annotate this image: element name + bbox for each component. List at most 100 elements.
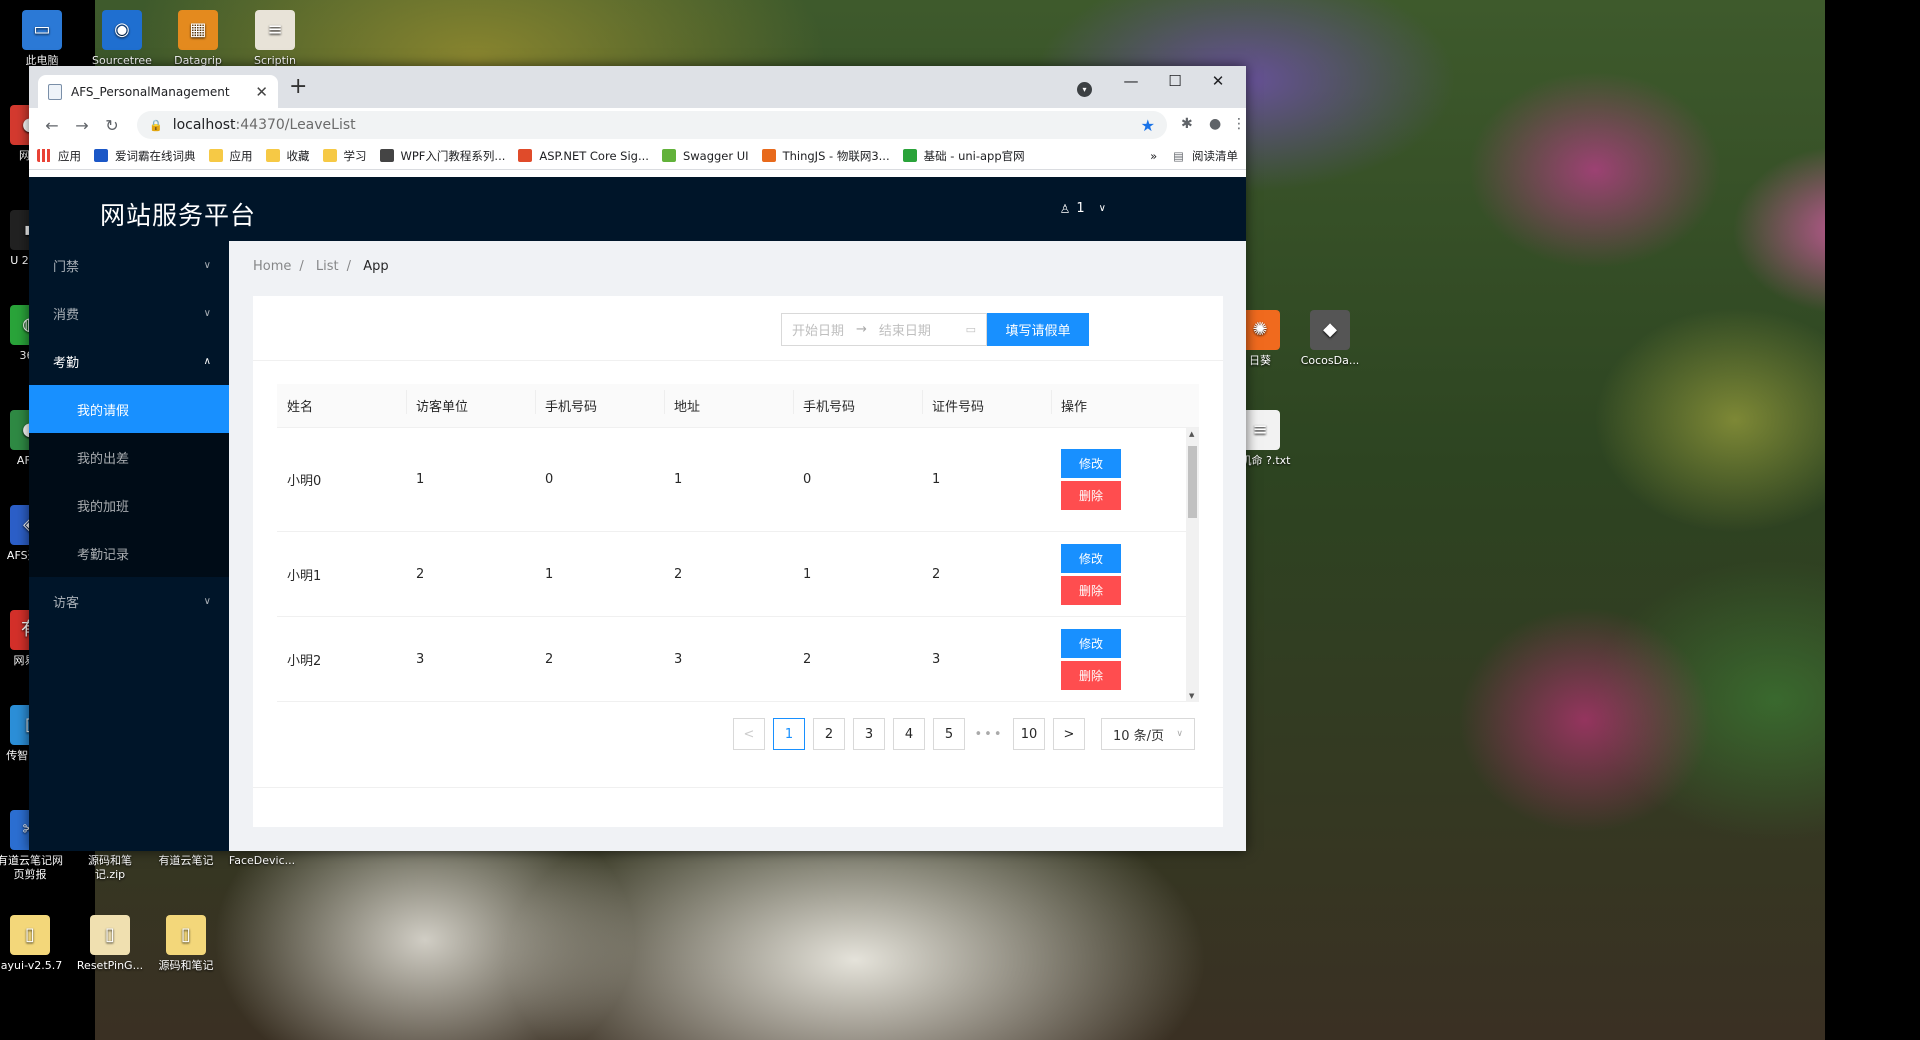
table-cell: 1 bbox=[932, 472, 941, 487]
main-content: Home / List / App 开始日期 → 结束日期 ▭ 填写请假单 姓名 访客… bbox=[229, 241, 1246, 851]
edit-button[interactable]: 修改 bbox=[1061, 543, 1121, 573]
breadcrumb-list[interactable]: List bbox=[316, 259, 339, 274]
scroll-up-icon[interactable]: ▲ bbox=[1189, 430, 1194, 438]
sidebar-item-label: 门禁 bbox=[53, 259, 80, 275]
edit-button[interactable]: 修改 bbox=[1061, 449, 1121, 478]
sidebar-item-label: 访客 bbox=[53, 595, 80, 611]
forward-icon[interactable]: → bbox=[67, 116, 97, 135]
desktop-icon-label: layui-v2.5.7 bbox=[0, 959, 63, 972]
scrollbar-thumb[interactable] bbox=[1188, 446, 1197, 518]
pagination-page-button[interactable]: 2 bbox=[813, 718, 845, 750]
table-body[interactable]: 小明0 1 0 1 0 1 修改 删除 小明1 2 1 2 1 2 修改 删除 小明2 3 2 3 2 3 修改 删除 ▲ ▼ bbox=[277, 428, 1199, 702]
pagination-ellipsis[interactable]: ••• bbox=[973, 718, 1005, 750]
desktop-icon[interactable]: ▯ ResetPinG... bbox=[75, 915, 145, 973]
sidebar-item[interactable]: 考勤 ∧ bbox=[29, 337, 229, 385]
back-icon[interactable]: ← bbox=[37, 116, 67, 135]
bookmark-item[interactable]: 应用 bbox=[37, 148, 81, 164]
breadcrumb-home[interactable]: Home bbox=[253, 259, 291, 274]
address-bar[interactable]: 🔒 localhost :44370/LeaveList ★ bbox=[137, 111, 1167, 139]
delete-button[interactable]: 删除 bbox=[1061, 660, 1121, 690]
bookmark-label: 收藏 bbox=[286, 148, 310, 163]
extensions-icon[interactable]: ✱ bbox=[1181, 116, 1193, 132]
new-tab-button[interactable]: + bbox=[289, 75, 307, 99]
reading-list-label[interactable]: 阅读清单 bbox=[1192, 148, 1238, 164]
tab-search-icon[interactable]: ▾ bbox=[1077, 82, 1092, 97]
lock-icon[interactable]: 🔒 bbox=[149, 119, 163, 132]
desktop-icon[interactable]: ◉ Sourcetree bbox=[87, 10, 157, 68]
bookmark-item[interactable]: 学习 bbox=[322, 148, 367, 164]
window-close-button[interactable]: ✕ bbox=[1203, 72, 1233, 90]
bookmark-label: ThingJS - 物联网3... bbox=[782, 148, 890, 163]
apps-grid-icon bbox=[37, 149, 51, 162]
pagination-next-button[interactable]: > bbox=[1053, 718, 1085, 750]
sidebar-menu: 门禁 ∨ 消费 ∨ 考勤 ∧ 我的请假 我的出差 我的加班 考勤记录 访客 ∨ bbox=[29, 241, 229, 851]
page-size-select[interactable]: 10 条/页 ∨ bbox=[1101, 718, 1195, 750]
row-actions: 修改 删除 bbox=[1061, 543, 1180, 605]
pagination-page-button[interactable]: 5 bbox=[933, 718, 965, 750]
add-leave-button[interactable]: 填写请假单 bbox=[987, 313, 1089, 346]
leave-table: 姓名 访客单位 手机号码 地址 手机号码 证件号码 操作 小明0 1 0 1 0 1 修改 删除 小明1 2 1… bbox=[277, 384, 1199, 702]
chevron-up-icon: ∧ bbox=[203, 355, 211, 367]
table-cell: 2 bbox=[416, 566, 425, 582]
table-cell: 1 bbox=[545, 566, 554, 582]
desktop-icon[interactable]: ◆ CocosDa... bbox=[1295, 310, 1365, 368]
chevron-down-icon: ∨ bbox=[203, 307, 211, 319]
chevron-down-icon: ∨ bbox=[203, 595, 211, 607]
pagination-prev-button[interactable]: < bbox=[733, 718, 765, 750]
table-scrollbar[interactable]: ▲ ▼ bbox=[1186, 428, 1199, 702]
sidebar-item[interactable]: 消费 ∨ bbox=[29, 289, 229, 337]
reload-icon[interactable]: ↻ bbox=[97, 116, 127, 135]
profile-icon[interactable]: ● bbox=[1209, 116, 1221, 132]
end-date-input[interactable]: 结束日期 bbox=[879, 320, 931, 339]
minimize-button[interactable]: — bbox=[1116, 72, 1146, 90]
table-row: 小明2 3 2 3 2 3 修改 删除 bbox=[277, 617, 1199, 702]
user-dropdown[interactable]: ♙ 1 ∨ bbox=[1060, 201, 1106, 216]
pagination-page-button[interactable]: 4 bbox=[893, 718, 925, 750]
browser-tab-active[interactable]: AFS_PersonalManagement ✕ bbox=[38, 75, 278, 108]
table-cell: 3 bbox=[674, 651, 683, 667]
desktop-icon[interactable]: ▭ 此电脑 bbox=[7, 10, 77, 68]
bookmark-item[interactable]: ASP.NET Core Sig... bbox=[518, 149, 649, 163]
desktop-icon[interactable]: ▯ layui-v2.5.7 bbox=[0, 915, 65, 973]
date-range-picker[interactable]: 开始日期 → 结束日期 ▭ bbox=[781, 313, 987, 346]
edit-button[interactable]: 修改 bbox=[1061, 628, 1121, 658]
menu-kebab-icon[interactable]: ⋮ bbox=[1232, 116, 1246, 132]
toolbar: ← → ↻ 🔒 localhost :44370/LeaveList ★ ✱ ●… bbox=[29, 108, 1246, 142]
sidebar-subitem[interactable]: 我的请假 bbox=[29, 385, 229, 433]
maximize-button[interactable]: ☐ bbox=[1160, 72, 1190, 90]
bookmark-item[interactable]: 应用 bbox=[208, 148, 253, 164]
bookmark-item[interactable]: 基础 - uni-app官网 bbox=[902, 148, 1025, 164]
bookmark-star-icon[interactable]: ★ bbox=[1141, 116, 1155, 135]
sidebar-subitem[interactable]: 考勤记录 bbox=[29, 529, 229, 577]
desktop-icon[interactable]: ▯ 源码和笔记 bbox=[151, 915, 221, 973]
bookmark-item[interactable]: WPF入门教程系列... bbox=[379, 148, 505, 164]
bookmark-item[interactable]: 爱词霸在线词典 bbox=[94, 148, 196, 164]
sidebar-subitem[interactable]: 我的加班 bbox=[29, 481, 229, 529]
bookmarks-more-button[interactable]: » bbox=[1150, 149, 1157, 163]
sidebar-item[interactable]: 访客 ∨ bbox=[29, 577, 229, 625]
chevron-down-icon: ∨ bbox=[1098, 203, 1106, 214]
pagination-page-button[interactable]: 10 bbox=[1013, 718, 1045, 750]
desktop-icon[interactable]: ≡ Scriptin bbox=[240, 10, 310, 68]
app-logo[interactable]: 网站服务平台 bbox=[100, 196, 256, 232]
delete-button[interactable]: 删除 bbox=[1061, 481, 1121, 510]
arrow-right-icon: → bbox=[856, 322, 867, 337]
table-cell: 2 bbox=[674, 566, 683, 582]
delete-button[interactable]: 删除 bbox=[1061, 575, 1121, 605]
pagination-page-button[interactable]: 1 bbox=[773, 718, 805, 750]
tab-close-icon[interactable]: ✕ bbox=[255, 83, 268, 101]
sidebar-item[interactable]: 门禁 ∨ bbox=[29, 241, 229, 289]
browser-titlebar[interactable]: AFS_PersonalManagement ✕ + ▾ — ☐ ✕ bbox=[29, 66, 1246, 108]
scroll-down-icon[interactable]: ▼ bbox=[1189, 692, 1194, 700]
desktop-icon-label: 有道云笔记 bbox=[158, 854, 214, 867]
reading-list-icon[interactable]: ▤ bbox=[1173, 149, 1184, 163]
bookmark-item[interactable]: Swagger UI bbox=[661, 149, 749, 163]
desktop-icon-image-icon: ▯ bbox=[90, 915, 130, 955]
user-name: 1 bbox=[1076, 201, 1085, 216]
pagination-page-button[interactable]: 3 bbox=[853, 718, 885, 750]
bookmark-item[interactable]: 收藏 bbox=[265, 148, 310, 164]
bookmark-item[interactable]: ThingJS - 物联网3... bbox=[761, 148, 890, 164]
desktop-icon[interactable]: ▦ Datagrip bbox=[163, 10, 233, 68]
start-date-input[interactable]: 开始日期 bbox=[792, 320, 844, 339]
sidebar-subitem[interactable]: 我的出差 bbox=[29, 433, 229, 481]
